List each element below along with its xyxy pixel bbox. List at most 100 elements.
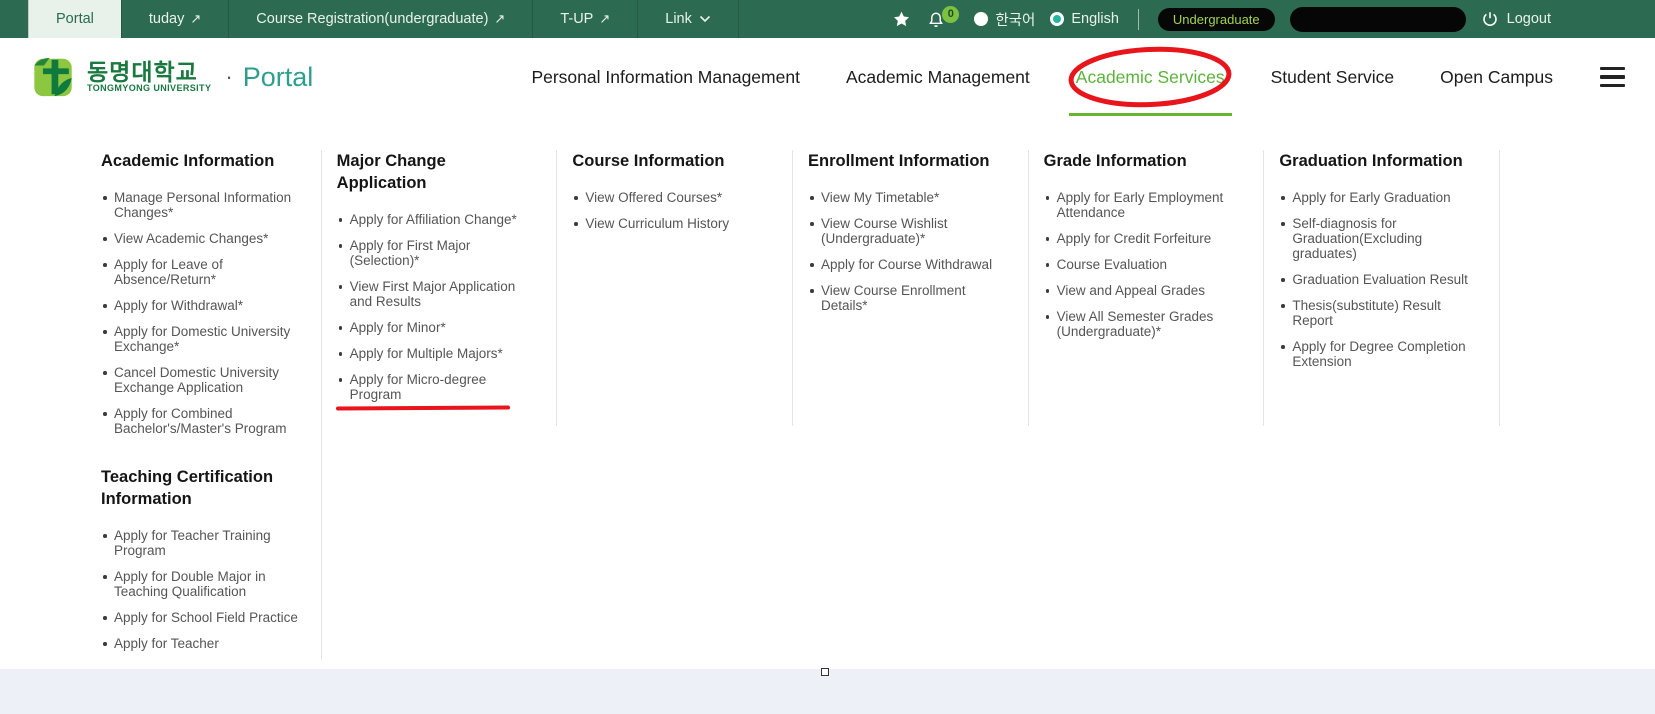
tab-label: tuday bbox=[149, 11, 184, 27]
chevron-down-icon bbox=[699, 15, 711, 23]
menu-item[interactable]: Apply for Affiliation Change* bbox=[337, 212, 539, 227]
portal-label: Portal bbox=[243, 62, 314, 93]
topbar-right-cluster: 0 한국어 English Undergraduate Logout bbox=[892, 0, 1655, 38]
hamburger-menu-icon[interactable] bbox=[1600, 67, 1625, 87]
menu-item[interactable]: Apply for Credit Forfeiture bbox=[1044, 231, 1246, 246]
tab-label: Link bbox=[665, 11, 692, 27]
topbar-tab-link[interactable]: Link bbox=[637, 0, 739, 38]
external-link-icon: ↗ bbox=[190, 11, 201, 27]
menu-item[interactable]: Apply for Teacher Training Program bbox=[101, 528, 303, 558]
menu-item[interactable]: Apply for Domestic University Exchange* bbox=[101, 324, 303, 354]
topbar-tab-course-registration[interactable]: Course Registration(undergraduate) ↗ bbox=[228, 0, 532, 38]
topbar-tab-t-up[interactable]: T-UP ↗ bbox=[532, 0, 637, 38]
logo-separator-dot: · bbox=[225, 64, 232, 90]
column-divider bbox=[1028, 150, 1029, 426]
radio-selected-icon bbox=[1050, 12, 1064, 26]
power-icon bbox=[1481, 10, 1499, 28]
menu-item[interactable]: View My Timetable* bbox=[808, 190, 1010, 205]
megamenu-column-4: Enrollment Information View My Timetable*… bbox=[792, 150, 1028, 662]
academic-services-mega-menu: Academic Information Manage Personal Info… bbox=[0, 116, 1655, 669]
logo-mark-icon bbox=[30, 54, 77, 100]
column-divider bbox=[1263, 150, 1264, 426]
menu-resize-handle[interactable] bbox=[821, 668, 829, 676]
nav-label: Academic Services bbox=[1076, 67, 1225, 88]
topbar-tab-portal[interactable]: Portal bbox=[28, 0, 121, 38]
menu-item[interactable]: Course Evaluation bbox=[1044, 257, 1246, 272]
tab-label: Portal bbox=[56, 11, 94, 27]
topbar-tabs: Portal tuday ↗ Course Registration(under… bbox=[28, 0, 739, 38]
nav-academic-services[interactable]: Academic Services bbox=[1053, 38, 1248, 116]
nav-label: Open Campus bbox=[1440, 67, 1553, 88]
megamenu-column-1: Academic Information Manage Personal Info… bbox=[85, 150, 321, 662]
menu-section-title: Academic Information bbox=[101, 150, 303, 172]
logout-label: Logout bbox=[1507, 11, 1551, 27]
menu-section-title: Grade Information bbox=[1044, 150, 1246, 172]
menu-item[interactable]: Graduation Evaluation Result bbox=[1279, 272, 1481, 287]
tab-label: Course Registration(undergraduate) bbox=[256, 11, 488, 27]
notification-bell-icon[interactable]: 0 bbox=[926, 9, 959, 30]
menu-item[interactable]: Apply for Teacher bbox=[101, 636, 303, 651]
menu-section-title: Enrollment Information bbox=[808, 150, 1010, 172]
menu-item[interactable]: View Curriculum History bbox=[572, 216, 774, 231]
nav-label: Personal Information Management bbox=[531, 67, 799, 88]
menu-item[interactable]: Apply for Withdrawal* bbox=[101, 298, 303, 313]
menu-item[interactable]: Apply for Minor* bbox=[337, 320, 539, 335]
menu-item[interactable]: Manage Personal Information Changes* bbox=[101, 190, 303, 220]
megamenu-column-3: Course InformationView Offered Courses*V… bbox=[556, 150, 792, 662]
menu-section: Academic Information Manage Personal Info… bbox=[101, 150, 303, 436]
menu-item[interactable]: View First Major Application and Results bbox=[337, 279, 539, 309]
menu-section: Graduation Information Apply for Early Gr… bbox=[1279, 150, 1481, 369]
radio-unselected-icon bbox=[974, 12, 988, 26]
nav-personal-information-management[interactable]: Personal Information Management bbox=[508, 38, 822, 116]
menu-item[interactable]: Self-diagnosis for Graduation(Excluding … bbox=[1279, 216, 1481, 261]
menu-item[interactable]: Apply for Double Major in Teaching Quali… bbox=[101, 569, 303, 599]
logout-button[interactable]: Logout bbox=[1481, 10, 1551, 28]
favorites-star-icon[interactable] bbox=[892, 10, 911, 29]
menu-item[interactable]: View and Appeal Grades bbox=[1044, 283, 1246, 298]
nav-open-campus[interactable]: Open Campus bbox=[1417, 38, 1576, 116]
menu-item[interactable]: Cancel Domestic University Exchange Appl… bbox=[101, 365, 303, 395]
nav-label: Student Service bbox=[1271, 67, 1395, 88]
menu-item[interactable]: Apply for Combined Bachelor's/Master's P… bbox=[101, 406, 303, 436]
menu-section-title: Graduation Information bbox=[1279, 150, 1481, 172]
language-option-korean[interactable]: 한국어 bbox=[974, 9, 1035, 30]
menu-item[interactable]: Apply for First Major (Selection)* bbox=[337, 238, 539, 268]
portal-page: Portal tuday ↗ Course Registration(under… bbox=[0, 0, 1655, 714]
red-underline-annotation bbox=[336, 406, 510, 410]
university-name-korean: 동명대학교 bbox=[87, 60, 211, 84]
notification-count-badge: 0 bbox=[942, 6, 959, 23]
menu-item[interactable]: Apply for School Field Practice bbox=[101, 610, 303, 625]
menu-item[interactable]: Apply for Early Employment Attendance bbox=[1044, 190, 1246, 220]
university-logo[interactable]: 동명대학교 TONGMYONG UNIVERSITY · Portal bbox=[30, 54, 313, 100]
column-divider bbox=[1499, 150, 1500, 426]
nav-label: Academic Management bbox=[846, 67, 1030, 88]
menu-item[interactable]: Thesis(substitute) Result Report bbox=[1279, 298, 1481, 328]
menu-item[interactable]: View All Semester Grades (Undergraduate)… bbox=[1044, 309, 1246, 339]
column-divider bbox=[792, 150, 793, 426]
topbar-tab-tuday[interactable]: tuday ↗ bbox=[121, 0, 228, 38]
language-label: 한국어 bbox=[995, 9, 1035, 30]
menu-item[interactable]: View Course Enrollment Details* bbox=[808, 283, 1010, 313]
menu-item[interactable]: View Offered Courses* bbox=[572, 190, 774, 205]
menu-item[interactable]: Apply for Leave of Absence/Return* bbox=[101, 257, 303, 287]
menu-item[interactable]: Apply for Multiple Majors* bbox=[337, 346, 539, 361]
menu-item[interactable]: Apply for Course Withdrawal bbox=[808, 257, 1010, 272]
redacted-username bbox=[1290, 7, 1466, 32]
nav-student-service[interactable]: Student Service bbox=[1248, 38, 1418, 116]
main-header: 동명대학교 TONGMYONG UNIVERSITY · Portal Pers… bbox=[0, 38, 1655, 117]
menu-item[interactable]: Apply for Degree Completion Extension bbox=[1279, 339, 1481, 369]
megamenu-column-6: Graduation Information Apply for Early Gr… bbox=[1263, 150, 1499, 662]
menu-section: Course InformationView Offered Courses*V… bbox=[572, 150, 774, 231]
nav-academic-management[interactable]: Academic Management bbox=[823, 38, 1053, 116]
megamenu-column-5: Grade Information Apply for Early Employm… bbox=[1028, 150, 1264, 662]
menu-item[interactable]: View Academic Changes* bbox=[101, 231, 303, 246]
megamenu-column-2: Major Change Application Apply for Affili… bbox=[321, 150, 557, 662]
menu-section-title: Major Change Application bbox=[337, 150, 539, 194]
menu-item[interactable]: Apply for Early Graduation bbox=[1279, 190, 1481, 205]
university-name-english: TONGMYONG UNIVERSITY bbox=[87, 84, 211, 93]
menu-item[interactable]: Apply for Micro-degree Program bbox=[337, 372, 539, 402]
external-link-icon: ↗ bbox=[494, 11, 505, 27]
language-option-english[interactable]: English bbox=[1050, 11, 1119, 27]
menu-section: Teaching Certification InformationApply … bbox=[101, 466, 303, 651]
menu-item[interactable]: View Course Wishlist (Undergraduate)* bbox=[808, 216, 1010, 246]
